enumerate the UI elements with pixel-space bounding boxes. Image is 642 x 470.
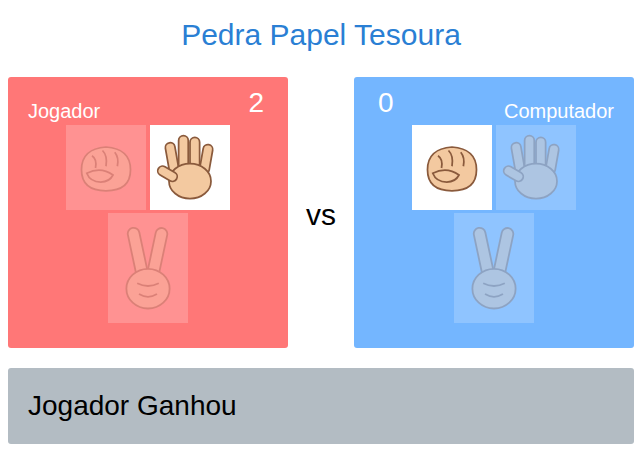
board: Jogador 2 vs 0 Computador xyxy=(0,77,642,348)
choice-row xyxy=(412,125,576,210)
choice-row xyxy=(66,125,230,210)
vs-label: vs xyxy=(306,193,336,233)
choice-button[interactable] xyxy=(66,125,146,210)
result-text: Jogador Ganhou xyxy=(28,389,237,423)
choice-button[interactable] xyxy=(454,213,534,323)
player-choices xyxy=(8,125,288,323)
rock-icon xyxy=(417,133,487,203)
player-label: Jogador xyxy=(28,77,100,123)
choice-row xyxy=(454,213,534,323)
computer-panel: 0 Computador xyxy=(354,77,634,348)
choice-button[interactable] xyxy=(496,125,576,210)
scissors-icon xyxy=(112,218,184,318)
player-panel: Jogador 2 xyxy=(8,77,288,348)
computer-score: 0 xyxy=(374,77,398,119)
player-score: 2 xyxy=(244,77,268,119)
computer-header: 0 Computador xyxy=(354,77,634,125)
player-header: Jogador 2 xyxy=(8,77,288,125)
computer-choices xyxy=(354,125,634,323)
result-bar: Jogador Ganhou xyxy=(8,368,634,444)
paper-icon xyxy=(155,130,225,206)
title-bar: Pedra Papel Tesoura xyxy=(0,0,642,77)
paper-icon xyxy=(501,130,571,206)
choice-button[interactable] xyxy=(108,213,188,323)
scissors-icon xyxy=(458,218,530,318)
game-title: Pedra Papel Tesoura xyxy=(181,17,461,61)
choice-row xyxy=(108,213,188,323)
choice-button[interactable] xyxy=(412,125,492,210)
choice-button[interactable] xyxy=(150,125,230,210)
computer-label: Computador xyxy=(504,77,614,123)
rock-icon xyxy=(71,133,141,203)
